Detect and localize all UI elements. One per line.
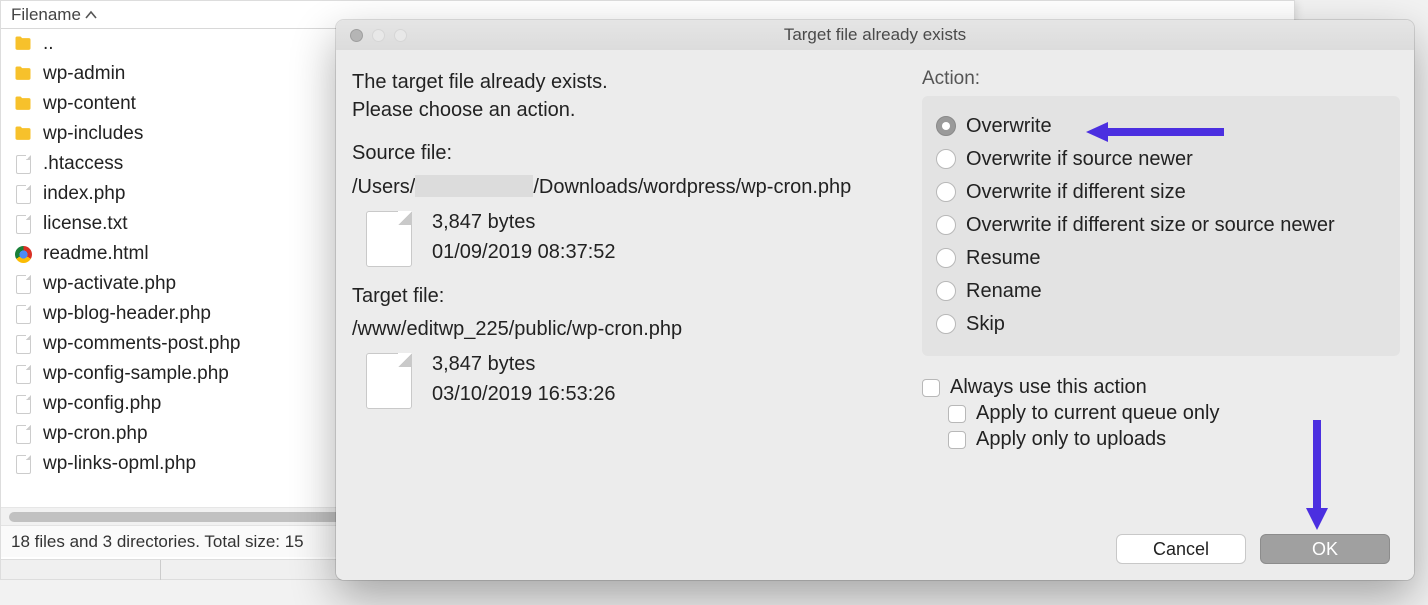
apply-current-queue-checkbox[interactable]: Apply to current queue only — [948, 402, 1400, 425]
file-icon — [16, 395, 31, 414]
file-name-label: .htaccess — [43, 153, 123, 175]
radio-label: Overwrite if different size — [966, 177, 1186, 207]
file-name-label: wp-blog-header.php — [43, 303, 211, 325]
cancel-button[interactable]: Cancel — [1116, 534, 1246, 564]
always-use-action-checkbox[interactable]: Always use this action — [922, 376, 1400, 399]
sort-ascending-icon — [85, 5, 97, 25]
file-icon — [366, 353, 412, 409]
folder-icon — [13, 94, 33, 114]
source-file-info: 3,847 bytes 01/09/2019 08:37:52 — [432, 207, 616, 267]
action-radio-rename[interactable]: Rename — [936, 276, 1388, 306]
dialog-title: Target file already exists — [336, 25, 1414, 45]
action-radio-overwrite-if-different-size-or-source-newer[interactable]: Overwrite if different size or source ne… — [936, 210, 1388, 240]
dialog-titlebar[interactable]: Target file already exists — [336, 20, 1414, 50]
file-icon — [16, 155, 31, 174]
file-name-label: wp-links-opml.php — [43, 453, 196, 475]
file-name-label: wp-admin — [43, 63, 125, 85]
radio-label: Overwrite if source newer — [966, 144, 1193, 174]
ok-button[interactable]: OK — [1260, 534, 1390, 564]
window-zoom-button — [394, 29, 407, 42]
file-icon — [16, 185, 31, 204]
file-icon — [16, 335, 31, 354]
action-radio-overwrite-if-source-newer[interactable]: Overwrite if source newer — [936, 144, 1388, 174]
file-icon — [16, 305, 31, 324]
file-icon — [16, 365, 31, 384]
file-name-label: index.php — [43, 183, 125, 205]
target-file-path: /www/editwp_225/public/wp-cron.php — [352, 318, 912, 341]
radio-label: Resume — [966, 243, 1040, 273]
redacted-username — [415, 175, 533, 197]
source-file-label: Source file: — [352, 142, 912, 165]
file-icon — [16, 275, 31, 294]
action-radio-overwrite[interactable]: Overwrite — [936, 111, 1388, 141]
window-minimize-button — [372, 29, 385, 42]
action-radio-resume[interactable]: Resume — [936, 243, 1388, 273]
column-header-label: Filename — [11, 5, 81, 25]
action-radio-overwrite-if-different-size[interactable]: Overwrite if different size — [936, 177, 1388, 207]
action-section-label: Action: — [922, 68, 1400, 90]
file-name-label: readme.html — [43, 243, 149, 265]
file-icon — [16, 425, 31, 444]
target-file-info: 3,847 bytes 03/10/2019 16:53:26 — [432, 349, 616, 409]
source-file-path: /Users//Downloads/wordpress/wp-cron.php — [352, 175, 912, 199]
radio-icon — [936, 149, 956, 169]
dialog-message: The target file already exists. Please c… — [352, 68, 912, 124]
radio-label: Skip — [966, 309, 1005, 339]
file-name-label: .. — [43, 33, 54, 55]
radio-icon — [936, 281, 956, 301]
action-radio-skip[interactable]: Skip — [936, 309, 1388, 339]
file-name-label: wp-includes — [43, 123, 143, 145]
radio-label: Overwrite — [966, 111, 1052, 141]
file-icon — [366, 211, 412, 267]
panel-splitter[interactable] — [160, 560, 161, 580]
target-file-exists-dialog: Target file already exists The target fi… — [336, 20, 1414, 580]
window-close-button[interactable] — [350, 29, 363, 42]
file-name-label: wp-config-sample.php — [43, 363, 229, 385]
folder-icon — [13, 34, 33, 54]
radio-label: Rename — [966, 276, 1042, 306]
radio-icon — [936, 248, 956, 268]
file-icon — [16, 455, 31, 474]
radio-label: Overwrite if different size or source ne… — [966, 210, 1335, 240]
file-name-label: wp-cron.php — [43, 423, 148, 445]
file-name-label: license.txt — [43, 213, 127, 235]
action-radio-group: OverwriteOverwrite if source newerOverwr… — [922, 96, 1400, 356]
radio-icon — [936, 116, 956, 136]
file-icon — [16, 215, 31, 234]
chrome-icon — [15, 246, 32, 263]
file-name-label: wp-config.php — [43, 393, 161, 415]
radio-icon — [936, 215, 956, 235]
folder-icon — [13, 124, 33, 144]
folder-icon — [13, 64, 33, 84]
file-name-label: wp-activate.php — [43, 273, 176, 295]
radio-icon — [936, 314, 956, 334]
file-name-label: wp-comments-post.php — [43, 333, 240, 355]
apply-only-uploads-checkbox[interactable]: Apply only to uploads — [948, 428, 1400, 451]
target-file-label: Target file: — [352, 285, 912, 308]
radio-icon — [936, 182, 956, 202]
file-name-label: wp-content — [43, 93, 136, 115]
